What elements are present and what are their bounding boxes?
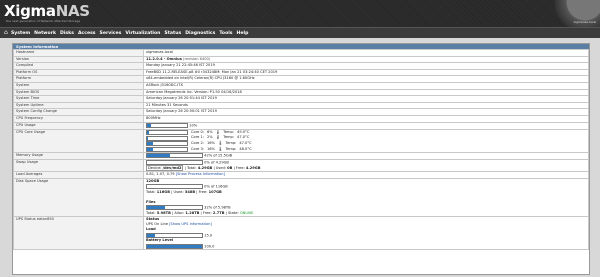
value-system-time: Saturday January 26 20:51:44 IST 2019 [143, 95, 589, 103]
row-system-uptime: System Uptime 21 Minutes 31 Seconds [13, 101, 589, 110]
label-platform-os: Platform OS [13, 68, 144, 77]
value-system-bios: American Megatrends Inc. Version: P1.50 … [143, 88, 589, 97]
cpu-usage-fill [147, 123, 151, 127]
row-disk-space-usage: Disk Space Usage 120GB 0% of 116GB Total… [13, 177, 589, 218]
row-platform-os: Platform OS FreeBSD 11.2-RELEASE-p8 #0 r… [13, 68, 589, 77]
row-version: Version 11.2.0.4 - Omnius (revision 6400… [13, 55, 589, 64]
memory-usage-bar [146, 153, 203, 158]
row-system-time: System Time Saturday January 26 20:51:44… [13, 95, 589, 103]
value-platform-os: FreeBSD 11.2-RELEASE-p8 #0 r343248M: Mon… [143, 68, 589, 77]
nav-virtualization[interactable]: Virtualization [125, 31, 160, 36]
ups-battery-bar [146, 243, 203, 249]
hostname-link[interactable]: xigmanas.local [573, 20, 596, 24]
value-ups-status: Status UPS On Line [Show UPS Information… [143, 216, 589, 251]
row-cpu-core-usage: CPU Core Usage Core 0: 6% 🌡 Temp: 49.0°C Co… [13, 128, 589, 154]
main-nav: ⌂ System Network Disks Access Services V… [0, 27, 600, 38]
nav-disks[interactable]: Disks [60, 31, 74, 36]
ups-status-text: UPS On Line [146, 222, 168, 227]
pool-files-bar [146, 205, 203, 211]
row-platform: Platform x64-embedded on Intel(R) Celero… [13, 75, 589, 83]
value-platform: x64-embedded on Intel(R) Celeron(R) CPU … [143, 75, 589, 83]
value-system: ASRock J3160DC-ITX [143, 81, 589, 90]
label-config-change: System Config Change [13, 108, 144, 116]
label-system-uptime: System Uptime [13, 101, 144, 110]
label-swap-usage: Swap Usage [13, 159, 144, 172]
label-cpu-usage: CPU Usage [13, 121, 144, 130]
nav-services[interactable]: Services [100, 31, 122, 36]
value-system-uptime: 21 Minutes 31 Seconds [143, 101, 589, 110]
nav-access[interactable]: Access [78, 31, 96, 36]
cpu-usage-text: 10% [189, 123, 198, 128]
value-disk-space-usage: 120GB 0% of 116GB Total: 116GB | Used: 3… [143, 177, 589, 218]
label-memory-usage: Memory Usage [13, 151, 144, 161]
label-system: System [13, 81, 144, 90]
nav-diagnostics[interactable]: Diagnostics [185, 31, 215, 36]
thermometer-icon: 🌡 [217, 146, 223, 151]
home-icon[interactable]: ⌂ [4, 30, 10, 36]
core-3-bar [146, 146, 188, 152]
core-0-bar [146, 130, 188, 135]
pool-state-online: ONLINE [239, 210, 254, 215]
value-version: 11.2.0.4 - Omnius (revision 6400) [143, 55, 589, 64]
core-2-bar [146, 141, 188, 147]
value-config-change: Saturday January 26 20:50:01 IST 2019 [143, 108, 589, 116]
row-compiled: Compiled Monday January 21 22:45:46 IST … [13, 62, 589, 70]
label-hostname: Hostname [13, 49, 144, 57]
row-config-change: System Config Change Saturday January 26… [13, 108, 589, 116]
show-ups-info-link[interactable]: [Show UPS Information] [169, 222, 212, 226]
cpu-usage-bar [146, 123, 188, 128]
row-system: System ASRock J3160DC-ITX [13, 81, 589, 90]
system-information-panel: System Information Hostname xigmanas.loc… [12, 43, 590, 275]
value-hostname: xigmanas.local [143, 49, 589, 57]
show-process-info-link[interactable]: [Show Process Information] [176, 172, 225, 176]
nav-status[interactable]: Status [164, 31, 181, 36]
label-ups-status: UPS Status eaton850 [13, 216, 144, 251]
swap-usage-bar [146, 160, 203, 166]
value-cpu-core-usage: Core 0: 6% 🌡 Temp: 49.0°C Core 1: 2% 🌡 Temp: 4… [143, 128, 589, 154]
value-memory-usage: 42% of 15.5GiB [143, 151, 589, 161]
thermometer-icon: 🌡 [215, 135, 221, 140]
nav-network[interactable]: Network [34, 31, 56, 36]
core-3-line: Core 3: 16% 🌡 Temp: 48.0°C [146, 146, 586, 152]
core-1-bar [146, 135, 188, 141]
label-version: Version [13, 55, 144, 64]
nav-help[interactable]: Help [237, 31, 249, 36]
label-disk-space-usage: Disk Space Usage [13, 177, 144, 218]
logo-tagline: the next generation of Network Attached … [6, 19, 81, 23]
nav-tools[interactable]: Tools [219, 31, 232, 36]
ups-load-bar [146, 232, 203, 238]
label-cpu-frequency: CPU Frequency [13, 114, 144, 123]
row-load-averages: Load Averages 0.81, 1.07, 0.79 [Show Pro… [13, 171, 589, 179]
row-hostname: Hostname xigmanas.local [13, 49, 589, 57]
xigmanas-logo[interactable]: XigmaNAS the next generation of Network … [4, 2, 124, 24]
value-compiled: Monday January 21 22:45:46 IST 2019 [143, 62, 589, 70]
thermometer-icon: 🌡 [217, 141, 223, 145]
label-load-averages: Load Averages [13, 171, 144, 179]
value-cpu-usage: 10% [143, 121, 589, 130]
row-system-bios: System BIOS American Megatrends Inc. Ver… [13, 88, 589, 97]
row-cpu-frequency: CPU Frequency 800MHz [13, 114, 589, 123]
label-cpu-core-usage: CPU Core Usage [13, 128, 144, 154]
value-load-averages: 0.81, 1.07, 0.79 [Show Process Informati… [143, 171, 589, 179]
row-memory-usage: Memory Usage 42% of 15.5GiB [13, 151, 589, 161]
label-platform: Platform [13, 75, 144, 83]
value-cpu-frequency: 800MHz [143, 114, 589, 123]
row-cpu-usage: CPU Usage 10% [13, 121, 589, 130]
label-system-bios: System BIOS [13, 88, 144, 97]
nav-system[interactable]: System [11, 31, 30, 36]
header-banner: XigmaNAS the next generation of Network … [0, 0, 600, 27]
row-ups-status: UPS Status eaton850 Status UPS On Line [… [13, 216, 589, 251]
pool-120gb-bar [146, 183, 203, 189]
label-system-time: System Time [13, 95, 144, 103]
value-swap-usage: 0% of 4.29GB Device: /dev/md2 | Total: 4… [143, 159, 589, 172]
row-swap-usage: Swap Usage 0% of 4.29GB Device: /dev/md2… [13, 159, 589, 172]
system-info-table: Hostname xigmanas.local Version 11.2.0.4… [13, 49, 589, 251]
label-compiled: Compiled [13, 62, 144, 70]
